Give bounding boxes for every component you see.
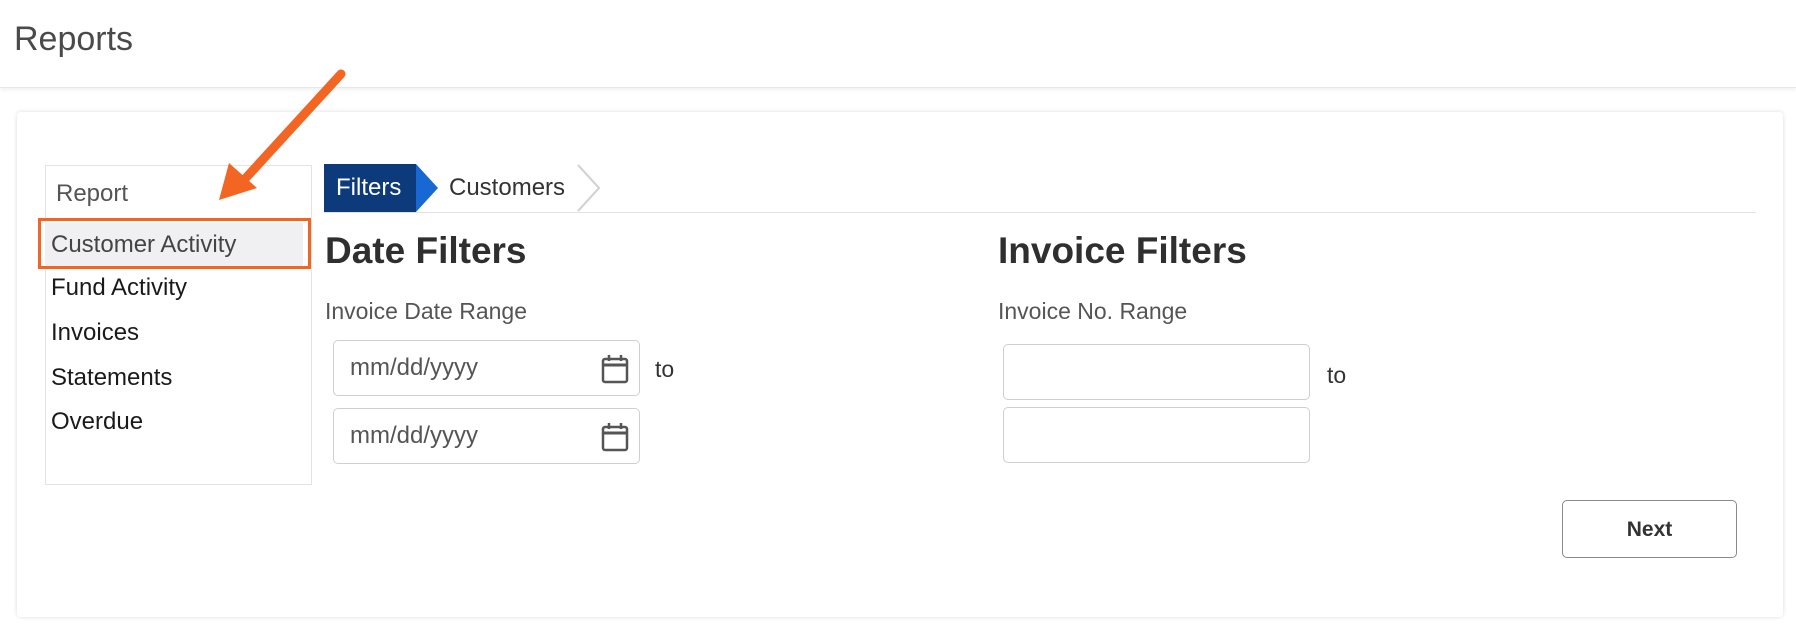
sidebar-item-label: Fund Activity — [51, 274, 188, 301]
next-button[interactable]: Next — [1562, 500, 1737, 558]
date-to-value: mm/dd/yyyy — [350, 422, 479, 449]
highlight-box — [38, 218, 311, 269]
invoice-to-input[interactable] — [1003, 407, 1310, 463]
sidebar-item-fund-activity[interactable]: Fund Activity — [45, 266, 303, 310]
calendar-icon[interactable] — [601, 422, 629, 452]
date-range-to-label: to — [655, 356, 675, 382]
sidebar-item-label: Overdue — [51, 408, 144, 435]
invoice-from-input[interactable] — [1003, 344, 1310, 400]
step-filters[interactable]: Filters — [324, 164, 416, 212]
breadcrumb: Filters Customers — [324, 164, 1756, 213]
date-from-input[interactable]: mm/dd/yyyy — [333, 340, 640, 396]
calendar-icon[interactable] — [601, 354, 629, 384]
sidebar-item-label: Invoices — [51, 319, 140, 346]
date-to-input[interactable]: mm/dd/yyyy — [333, 408, 640, 464]
annotation-arrow — [219, 69, 346, 200]
step-customers[interactable]: Customers — [449, 164, 565, 212]
sidebar-item-statements[interactable]: Statements — [45, 356, 303, 400]
sidebar-item-invoices[interactable]: Invoices — [45, 311, 303, 355]
step-arrow — [416, 164, 438, 212]
invoice-date-range-label: Invoice Date Range — [325, 298, 528, 324]
invoice-no-range-label: Invoice No. Range — [998, 298, 1188, 324]
date-filters-title: Date Filters — [325, 230, 527, 271]
chevron-right-icon — [577, 164, 601, 212]
invoice-range-to-label: to — [1327, 362, 1347, 388]
date-from-value: mm/dd/yyyy — [350, 354, 479, 381]
sidebar-item-overdue[interactable]: Overdue — [45, 400, 303, 444]
invoice-filters-title: Invoice Filters — [998, 230, 1247, 271]
sidebar-item-label: Statements — [51, 364, 173, 391]
